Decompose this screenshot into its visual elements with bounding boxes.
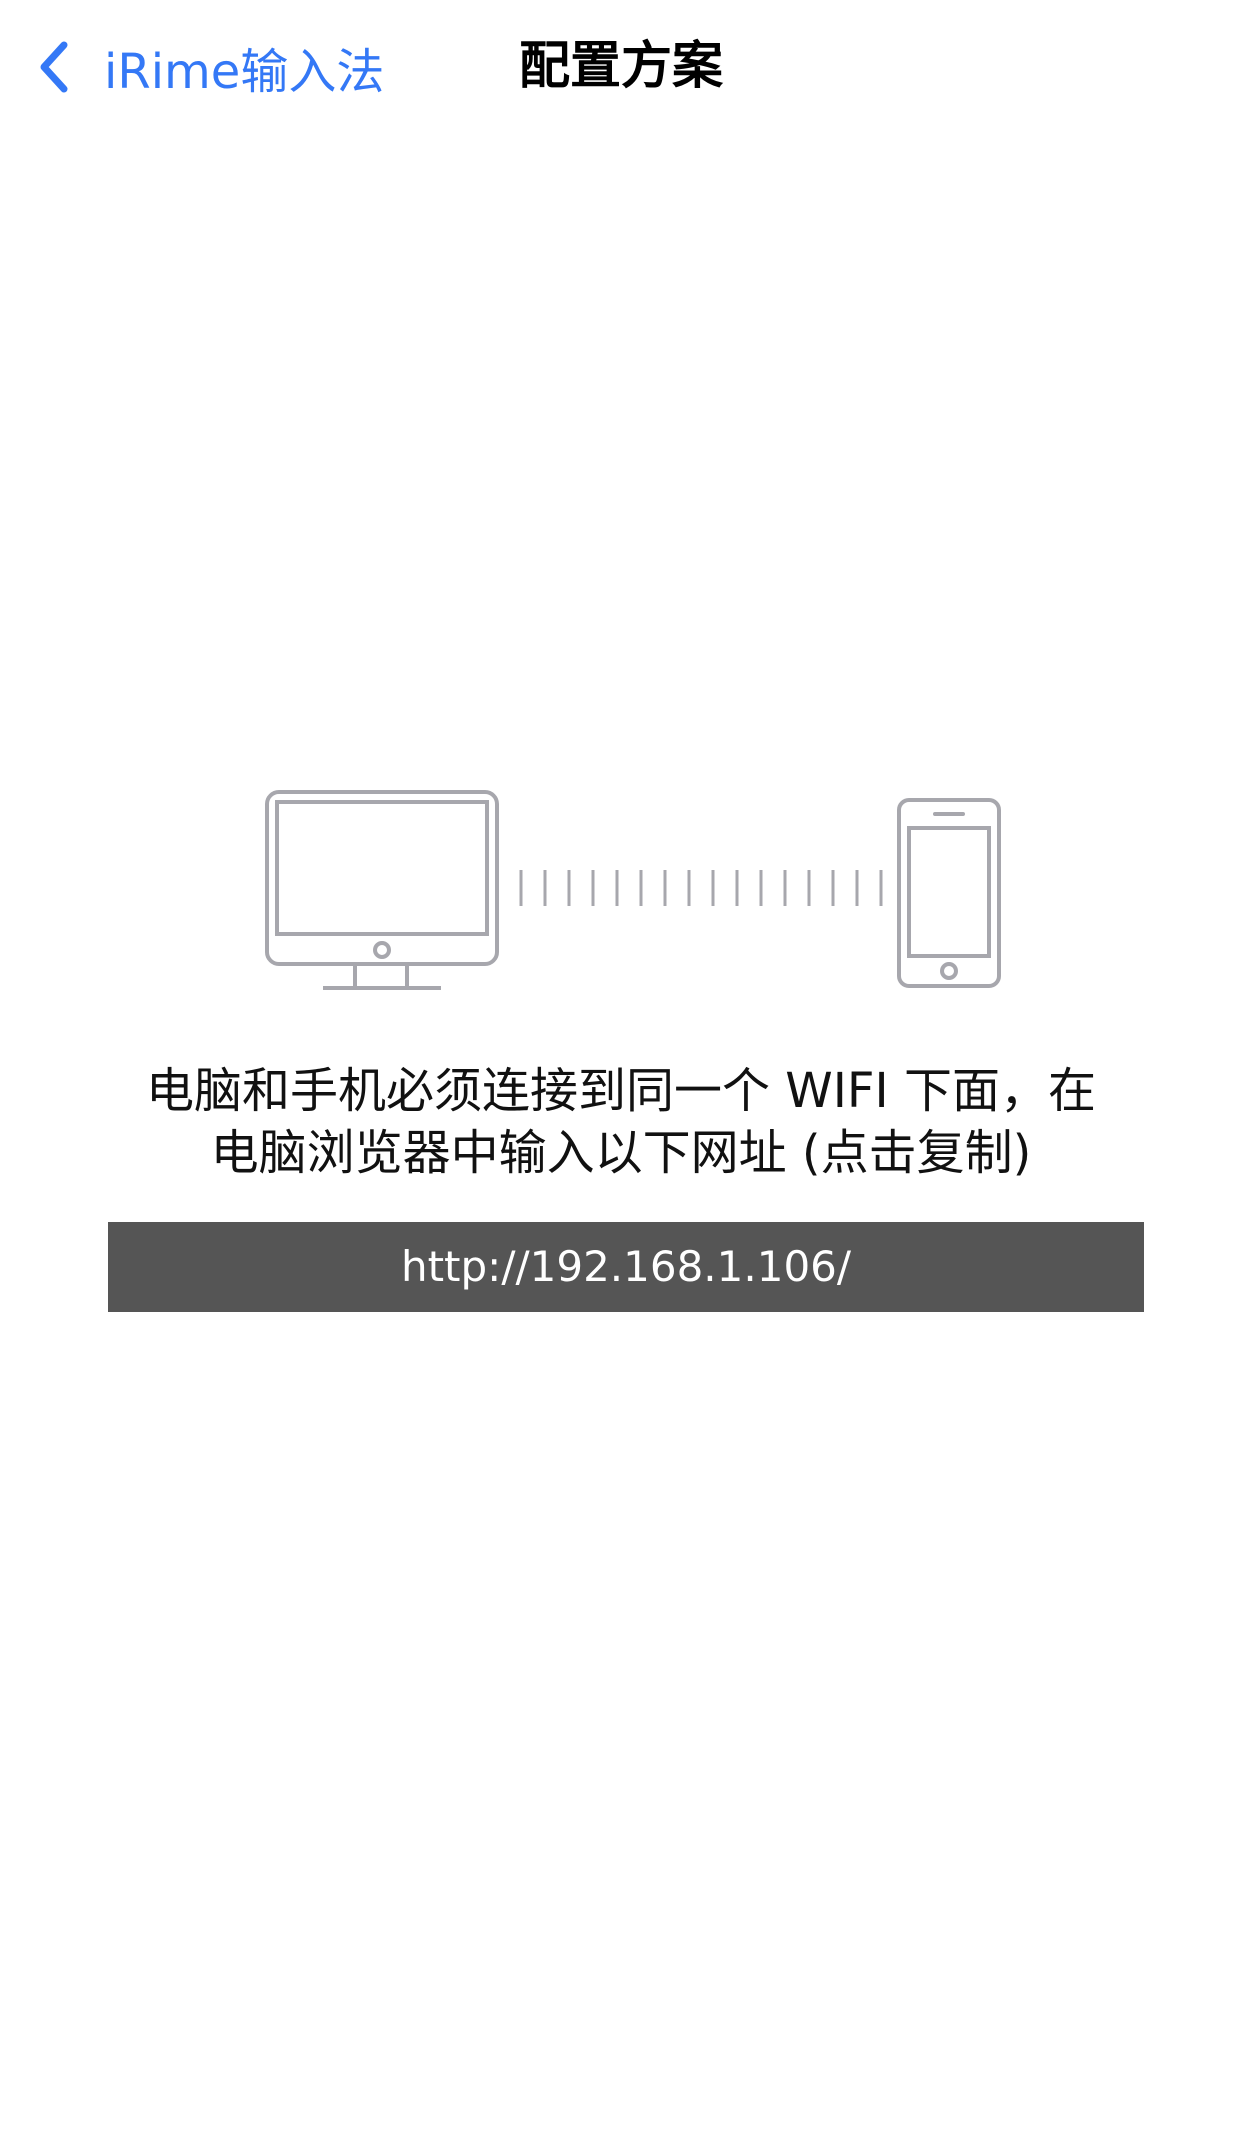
desktop-monitor-icon (265, 790, 499, 990)
instruction-line-1: 电脑和手机必须连接到同一个 WIFI 下面，在 (146, 1063, 1096, 1119)
instruction-line-2: 电脑浏览器中输入以下网址 (点击复制) (210, 1125, 1032, 1181)
connection-illustration (265, 790, 1001, 990)
page-title: 配置方案 (518, 37, 723, 96)
instruction-text: 电脑和手机必须连接到同一个 WIFI 下面，在 电脑浏览器中输入以下网址 (点击… (100, 1060, 1142, 1184)
wifi-connection-dashes (519, 870, 883, 906)
url-text[interactable]: http://192.168.1.106/ (401, 1242, 851, 1291)
navigation-bar: iRime输入法 配置方案 (0, 0, 1242, 140)
smartphone-icon (897, 798, 1001, 988)
copy-url-button[interactable]: http://192.168.1.106/ (108, 1222, 1144, 1312)
